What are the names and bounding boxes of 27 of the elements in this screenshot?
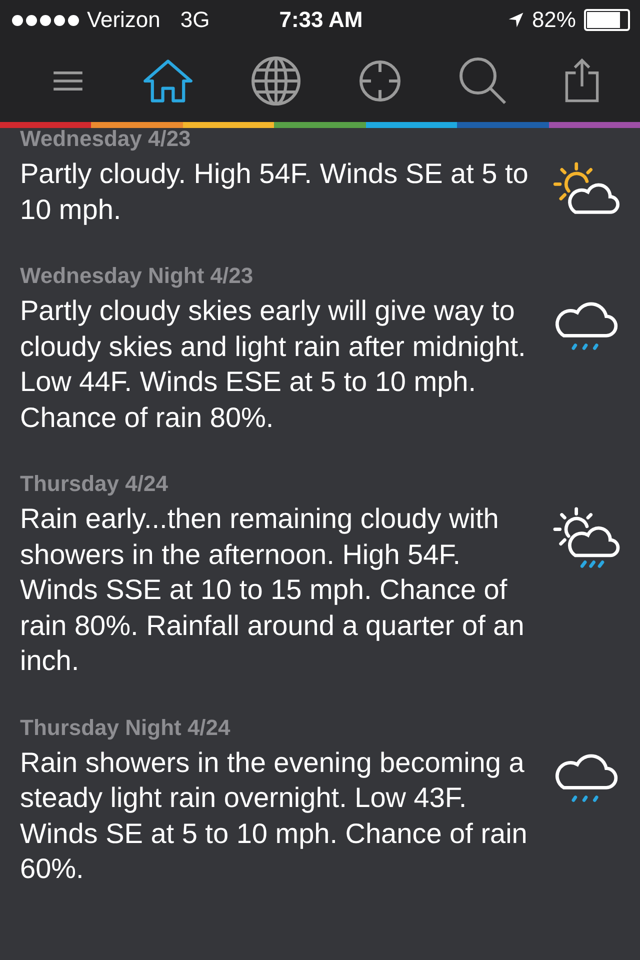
- forecast-text: Partly cloudy. High 54F. Winds SE at 5 to 10 mph.: [20, 157, 530, 227]
- forecast-text: Rain showers in the evening becoming a steady light rain overnight. Low 43F. Winds SE at 5 to 10 mph. Chance of rain 60%.: [20, 746, 528, 886]
- globe-button[interactable]: [250, 55, 302, 107]
- crosshair-button[interactable]: [358, 59, 402, 103]
- clock: 7:33 AM: [279, 7, 363, 33]
- period-label: Thursday Night 4/24: [20, 714, 232, 740]
- sun-cloud-icon: [552, 162, 620, 216]
- signal-icon: [12, 14, 79, 26]
- forecast-text: Partly cloudy skies early will give way to cloudy skies and light rain after midnight. Low 44F. Winds ESE at 5 to 10 mph. Chance of rain 80%.: [20, 294, 527, 434]
- period-label: Wednesday 4/23: [20, 126, 192, 152]
- location-arrow-icon: [508, 12, 524, 28]
- period-label: Thursday 4/24: [20, 471, 169, 497]
- crosshair-icon: [358, 59, 402, 103]
- forecast-text: Rain early...then remaining cloudy with showers in the afternoon. High 54F. Winds SSE at 10 to 15 mph. Chance of rain 80%. Rainfall around a quarter of an inch.: [20, 502, 526, 678]
- network-type: 3G: [180, 7, 210, 33]
- carrier-name: Verizon: [87, 7, 160, 33]
- sun-cloud-rain-icon: [552, 507, 620, 569]
- house-icon: [142, 58, 194, 104]
- search-button[interactable]: [458, 56, 508, 106]
- period-label: Wednesday Night 4/23: [20, 263, 254, 289]
- share-button[interactable]: [564, 57, 600, 105]
- search-icon: [458, 56, 508, 106]
- battery-percent: 82%: [532, 7, 576, 33]
- globe-icon: [250, 55, 302, 107]
- home-button[interactable]: [142, 58, 194, 104]
- battery-icon: [584, 9, 630, 31]
- share-icon: [564, 57, 600, 105]
